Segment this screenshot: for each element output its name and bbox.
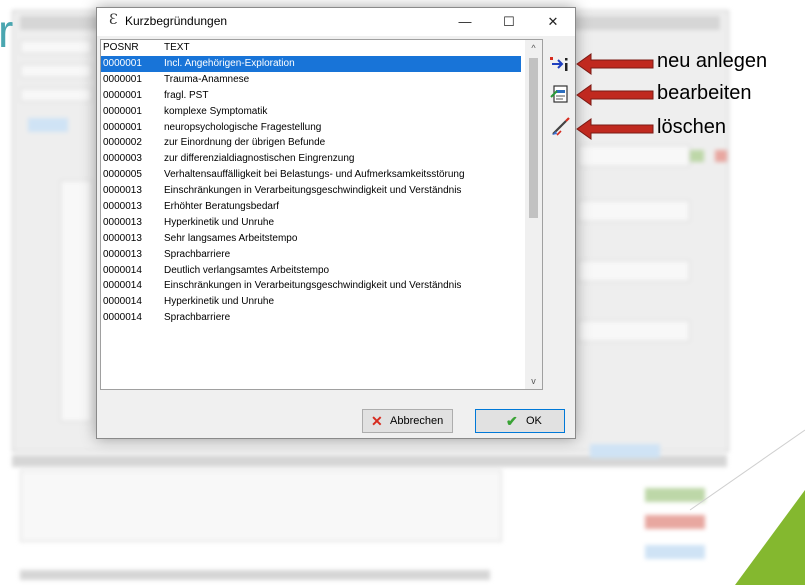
list-row[interactable]: 0000014 Sprachbarriere	[101, 310, 521, 326]
delete-entry-button[interactable]	[549, 116, 573, 138]
list-row[interactable]: 0000014 Deutlich verlangsamtes Arbeitstem…	[101, 263, 521, 279]
cancel-button[interactable]: ✕ Abbrechen	[362, 409, 453, 433]
list-row[interactable]: 0000014 Hyperkinetik und Unruhe	[101, 294, 521, 310]
annotation-arrow-edit	[576, 84, 654, 106]
cancel-label: Abbrechen	[390, 415, 444, 427]
list-row[interactable]: 0000001 fragl. PST	[101, 88, 521, 104]
deco-line	[689, 429, 805, 511]
text-cell: Verhaltensauffälligkeit bei Belastungs- …	[164, 169, 465, 181]
close-button[interactable]: ✕	[531, 8, 575, 36]
posnr-cell: 0000005	[103, 169, 142, 181]
posnr-cell: 0000013	[103, 216, 142, 228]
list-row[interactable]: 0000003 zur differenzialdiagnostischen Ei…	[101, 151, 521, 167]
posnr-cell: 0000003	[103, 153, 142, 165]
list-row[interactable]: 0000014 Einschränkungen in Verarbeitungsg…	[101, 278, 521, 294]
posnr-cell: 0000013	[103, 248, 142, 260]
posnr-cell: 0000014	[103, 280, 142, 292]
scroll-down-button[interactable]: v	[525, 374, 542, 388]
column-header-posnr[interactable]: POSNR	[103, 42, 139, 53]
maximize-button[interactable]: ☐	[487, 8, 531, 36]
list-header: POSNR TEXT	[101, 41, 521, 56]
text-cell: zur Einordnung der übrigen Befunde	[164, 137, 326, 149]
text-cell: Einschränkungen in Verarbeitungsgeschwin…	[164, 280, 462, 292]
checkmark-icon: ✔	[506, 413, 518, 429]
posnr-cell: 0000013	[103, 201, 142, 213]
new-icon	[550, 57, 568, 71]
posnr-cell: 0000014	[103, 312, 142, 324]
text-cell: Sprachbarriere	[164, 248, 231, 260]
posnr-cell: 0000001	[103, 73, 142, 85]
annotation-arrow-delete	[576, 118, 654, 140]
delete-icon	[552, 117, 570, 136]
posnr-cell: 0000014	[103, 296, 142, 308]
list-row[interactable]: 0000001 Incl. Angehörigen-Exploration	[101, 56, 521, 72]
text-cell: Deutlich verlangsamtes Arbeitstempo	[164, 264, 330, 276]
list-row[interactable]: 0000001 komplexe Symptomatik	[101, 104, 521, 120]
new-entry-button[interactable]	[549, 53, 573, 75]
cancel-x-icon: ✕	[371, 413, 383, 429]
edit-entry-button[interactable]	[549, 83, 573, 105]
posnr-cell: 0000013	[103, 232, 142, 244]
posnr-cell: 0000014	[103, 264, 142, 276]
list-row[interactable]: 0000001 neuropsychologische Fragestellung	[101, 120, 521, 136]
list-row[interactable]: 0000001 Trauma-Anamnese	[101, 72, 521, 88]
text-cell: fragl. PST	[164, 89, 209, 101]
vertical-scrollbar[interactable]: ^ v	[525, 40, 542, 389]
reasons-list[interactable]: POSNR TEXT 0000001 Incl. Angehörigen-Expl…	[100, 39, 543, 390]
dialog-title: Kurzbegründungen	[125, 14, 228, 28]
text-cell: zur differenzialdiagnostischen Eingrenzu…	[164, 153, 355, 165]
list-row[interactable]: 0000002 zur Einordnung der übrigen Befund…	[101, 135, 521, 151]
list-row[interactable]: 0000005 Verhaltensauffälligkeit bei Belas…	[101, 167, 521, 183]
list-row[interactable]: 0000013 Sehr langsames Arbeitstempo	[101, 231, 521, 247]
annotation-edit-label: bearbeiten	[657, 82, 752, 104]
list-row[interactable]: 0000013 Einschränkungen in Verarbeitungsg…	[101, 183, 521, 199]
posnr-cell: 0000001	[103, 89, 142, 101]
list-row[interactable]: 0000013 Hyperkinetik und Unruhe	[101, 215, 521, 231]
posnr-cell: 0000002	[103, 137, 142, 149]
column-header-text[interactable]: TEXT	[164, 42, 190, 53]
minimize-button[interactable]: —	[443, 8, 487, 36]
posnr-cell: 0000001	[103, 105, 142, 117]
ok-button[interactable]: ✔ OK	[475, 409, 565, 433]
text-cell: Erhöhter Beratungsbedarf	[164, 201, 280, 213]
posnr-cell: 0000001	[103, 121, 142, 133]
posnr-cell: 0000001	[103, 58, 142, 69]
scroll-up-button[interactable]: ^	[525, 41, 542, 55]
text-cell: Sehr langsames Arbeitstempo	[164, 232, 298, 244]
list-row[interactable]: 0000013 Erhöhter Beratungsbedarf	[101, 199, 521, 215]
text-cell: Trauma-Anamnese	[164, 73, 250, 85]
deco-triangle	[735, 490, 805, 585]
text-cell: Sprachbarriere	[164, 312, 231, 324]
dialog-titlebar: Ɛ Kurzbegründungen — ☐ ✕	[97, 8, 575, 36]
annotation-arrow-new	[576, 53, 654, 75]
text-cell: Hyperkinetik und Unruhe	[164, 296, 275, 308]
text-cell: komplexe Symptomatik	[164, 105, 268, 117]
posnr-cell: 0000013	[103, 185, 142, 197]
text-cell: Einschränkungen in Verarbeitungsgeschwin…	[164, 185, 462, 197]
kurzbegruendungen-dialog: Ɛ Kurzbegründungen — ☐ ✕ POSNR TEXT 0000…	[96, 7, 576, 439]
list-rows: 0000001 Incl. Angehörigen-Exploration 0000…	[101, 56, 521, 326]
list-row[interactable]: 0000013 Sprachbarriere	[101, 247, 521, 263]
edit-icon	[550, 85, 568, 103]
text-cell: Hyperkinetik und Unruhe	[164, 216, 275, 228]
text-cell: neuropsychologische Fragestellung	[164, 121, 322, 133]
ok-label: OK	[526, 415, 542, 427]
scroll-thumb[interactable]	[529, 58, 538, 218]
app-icon: Ɛ	[109, 12, 118, 28]
annotation-new-label: neu anlegen	[657, 50, 768, 72]
annotation-delete-label: löschen	[657, 116, 726, 138]
text-cell: Incl. Angehörigen-Exploration	[164, 58, 295, 69]
